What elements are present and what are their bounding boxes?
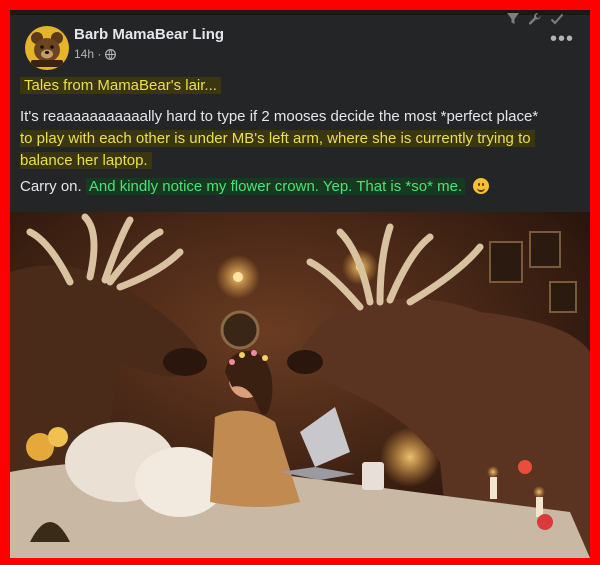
smiling-face-emoji: [473, 178, 490, 194]
check-icon[interactable]: [550, 12, 564, 26]
top-strip: [10, 10, 590, 15]
wrench-icon[interactable]: [528, 12, 542, 26]
post-photo[interactable]: [10, 212, 590, 558]
moderation-tools: [506, 12, 564, 26]
post-meta: 14h ·: [74, 47, 117, 61]
post-title-highlight: Tales from MamaBear's lair...: [20, 77, 221, 94]
post-paragraph-2: It's reaaaaaaaaaaally hard to type if 2 …: [20, 106, 580, 172]
post-time[interactable]: 14h ·: [74, 47, 101, 61]
paragraph-3-highlight: And kindly notice my flower crown. Yep. …: [85, 178, 466, 195]
post-card: Barb MamaBear Ling 14h · ••• Tales from …: [10, 10, 590, 558]
author-name[interactable]: Barb MamaBear Ling: [74, 26, 224, 43]
post-paragraph-3: Carry on. And kindly notice my flower cr…: [20, 176, 580, 198]
post-line-1: Tales from MamaBear's lair...: [20, 75, 580, 97]
paragraph-2-plain: It's reaaaaaaaaaaally hard to type if 2 …: [20, 108, 539, 125]
paragraph-2-highlight-2: balance her laptop.: [20, 152, 152, 169]
more-options-icon[interactable]: •••: [550, 29, 574, 49]
paragraph-2-highlight-1: to play with each other is under MB's le…: [20, 130, 535, 147]
globe-icon: [105, 48, 117, 60]
filter-icon[interactable]: [506, 12, 520, 26]
paragraph-3-plain: Carry on.: [20, 178, 82, 195]
author-avatar[interactable]: [25, 26, 69, 70]
